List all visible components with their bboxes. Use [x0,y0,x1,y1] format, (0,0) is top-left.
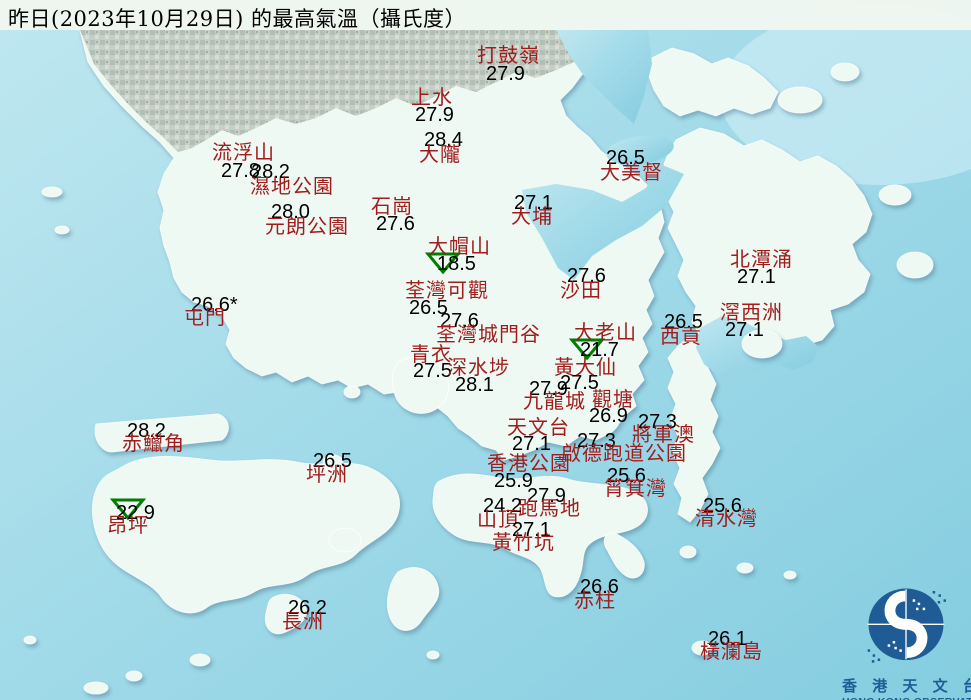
station-name-wong_chuk_hang: 黃竹坑 [492,530,555,554]
station-name-kowloon_city: 九龍城 [523,389,586,413]
station-name-clear_water_bay: 清水灣 [695,506,758,530]
stations-layer: 27.9 打鼓嶺 27.9 上水 28.4 大隴 27.8 流浮山 28.2 濕地公園 28.0 元朗… [0,0,971,700]
station-name-sheung_shui: 上水 [411,85,453,109]
station-name-hk_observatory: 天文台 [507,415,570,439]
hko-logo: 香 港 天 文 台 HONG KONG OBSERVATORY [842,583,971,700]
title-bar: 昨日(2023年10月29日) 的最高氣溫（攝氏度） [0,0,971,31]
station-name-tai_po: 大埔 [511,204,553,228]
station-name-hong_kong_park: 香港公園 [487,451,571,475]
station-name-tsuen_wan_shing_mun_valley: 荃灣城門谷 [436,322,541,346]
hko-logo-english-name: HONG KONG OBSERVATORY [842,696,971,700]
station-name-shau_kei_wan: 筲箕灣 [604,476,667,500]
station-name-happy_valley: 跑馬地 [518,496,581,520]
station-name-sha_tin: 沙田 [560,278,602,302]
station-name-lau_fau_shan: 流浮山 [212,140,275,164]
station-name-peng_chau: 坪洲 [306,462,348,486]
station-name-cheung_chau: 長洲 [282,609,324,633]
station-name-kwun_tong: 觀塘 [592,387,634,411]
station-name-kai_tak_runway_park: 啟德跑道公園 [561,441,687,465]
station-name-shek_kong: 石崗 [371,194,413,218]
hko-logo-chinese-name: 香 港 天 文 台 [842,677,971,695]
station-name-sham_shui_po: 深水埗 [447,355,510,379]
station-name-ngong_ping: 昂坪 [107,513,149,537]
station-name-tseung_kwan_o: 將軍澳 [632,422,695,446]
station-name-tsuen_wan_ho_koon: 荃灣可觀 [405,278,489,302]
station-name-sai_kung: 西貢 [660,324,702,348]
station-name-wong_tai_sin: 黃大仙 [554,355,617,379]
station-name-tai_mei_tuk: 大美督 [600,160,663,184]
station-name-pak_tam_chung: 北潭涌 [730,247,793,271]
station-name-tai_mo_shan: 大帽山 [428,234,491,258]
map-title: 昨日(2023年10月29日) 的最高氣溫（攝氏度） [8,7,466,31]
station-name-chek_lap_kok: 赤鱲角 [122,431,185,455]
station-name-ta_lung: 大隴 [419,142,461,166]
station-name-stanley: 赤柱 [574,588,616,612]
station-name-wetland_park: 濕地公園 [250,174,334,198]
station-name-tuen_mun: 屯門 [184,305,226,329]
station-name-kau_sai_chau: 滘西洲 [720,300,783,324]
station-name-ta_kwu_ling: 打鼓嶺 [477,43,540,67]
station-name-waglan_island: 橫瀾島 [700,639,763,663]
station-value-ta_kwu_ling: 27.9 [486,63,525,85]
station-name-tsing_yi: 青衣 [410,342,452,366]
hko-logo-icon [867,588,946,663]
station-name-yuen_long_park: 元朗公園 [265,214,349,238]
max-temperature-map: 昨日(2023年10月29日) 的最高氣溫（攝氏度） 27.9 打鼓嶺 27.9 上水… [0,0,971,700]
station-name-tates_cairn: 大老山 [574,320,637,344]
